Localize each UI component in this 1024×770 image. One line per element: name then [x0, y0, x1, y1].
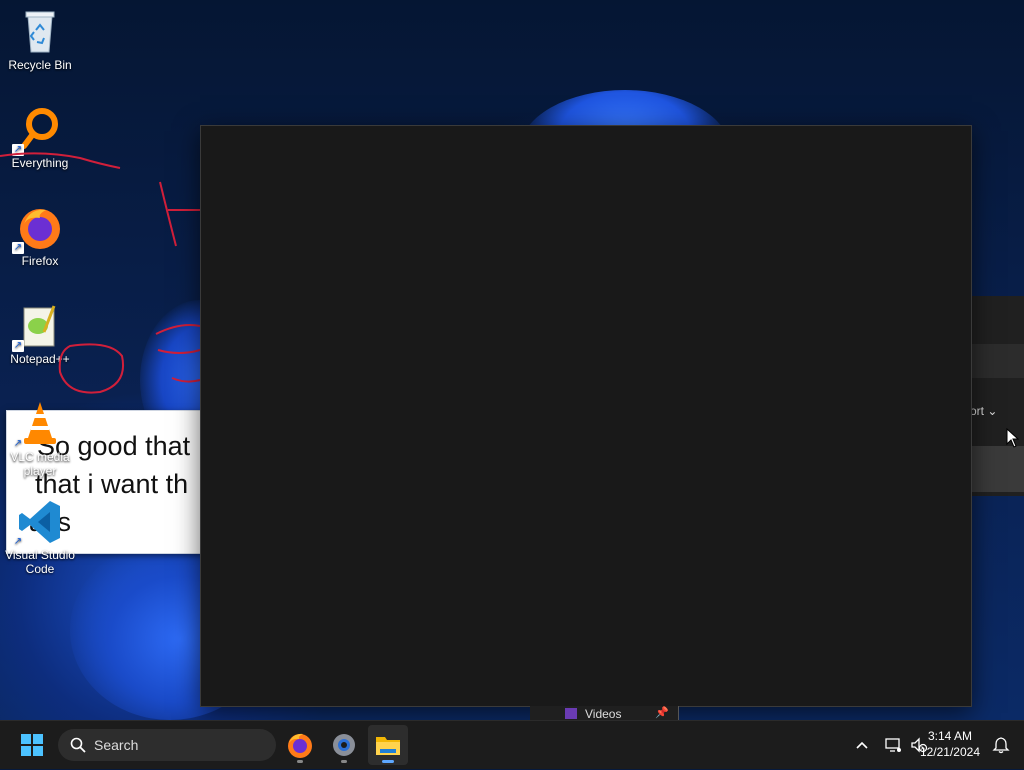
running-indicator: [341, 760, 347, 763]
clock-time: 3:14 AM: [927, 729, 972, 743]
taskbar-app-firefox[interactable]: [280, 725, 320, 765]
clock-date: 12/21/2024: [919, 745, 980, 759]
start-button[interactable]: [12, 725, 52, 765]
sort-button[interactable]: ort ⌄: [970, 404, 997, 418]
clock[interactable]: 3:14 AM 12/21/2024: [920, 728, 980, 760]
taskbar: Search 3:14 AM 12/21/2024: [0, 720, 1024, 769]
desktop: Recycle Bin ↗ Everything ↗ Firefox ↗ Not…: [0, 0, 1024, 720]
videos-folder-icon: [565, 708, 577, 719]
chevron-up-icon[interactable]: [854, 737, 870, 753]
pin-icon: 📌: [655, 707, 669, 719]
notification-bell-icon[interactable]: [992, 736, 1010, 754]
taskbar-app-settings[interactable]: [324, 725, 364, 765]
system-tray: 3:14 AM 12/21/2024: [824, 721, 1024, 769]
windows-logo-icon: [21, 734, 43, 756]
network-icon[interactable]: [884, 736, 902, 754]
taskbar-app-file-explorer[interactable]: [368, 725, 408, 765]
content-area: [970, 446, 1024, 492]
address-bar[interactable]: [970, 344, 1024, 378]
search-icon: [70, 737, 86, 753]
gear-icon: [333, 734, 355, 756]
taskbar-search-box[interactable]: Search: [58, 729, 276, 761]
firefox-icon: [288, 733, 312, 758]
running-indicator: [297, 760, 303, 763]
sidebar-item-videos[interactable]: Videos 📌: [530, 706, 679, 720]
mouse-cursor-icon: [1006, 428, 1020, 448]
dark-app-window[interactable]: [200, 125, 972, 707]
search-placeholder: Search: [94, 737, 139, 753]
folder-icon: [376, 737, 400, 755]
file-explorer-window-background[interactable]: ort ⌄: [970, 296, 1024, 496]
active-indicator: [382, 760, 394, 763]
